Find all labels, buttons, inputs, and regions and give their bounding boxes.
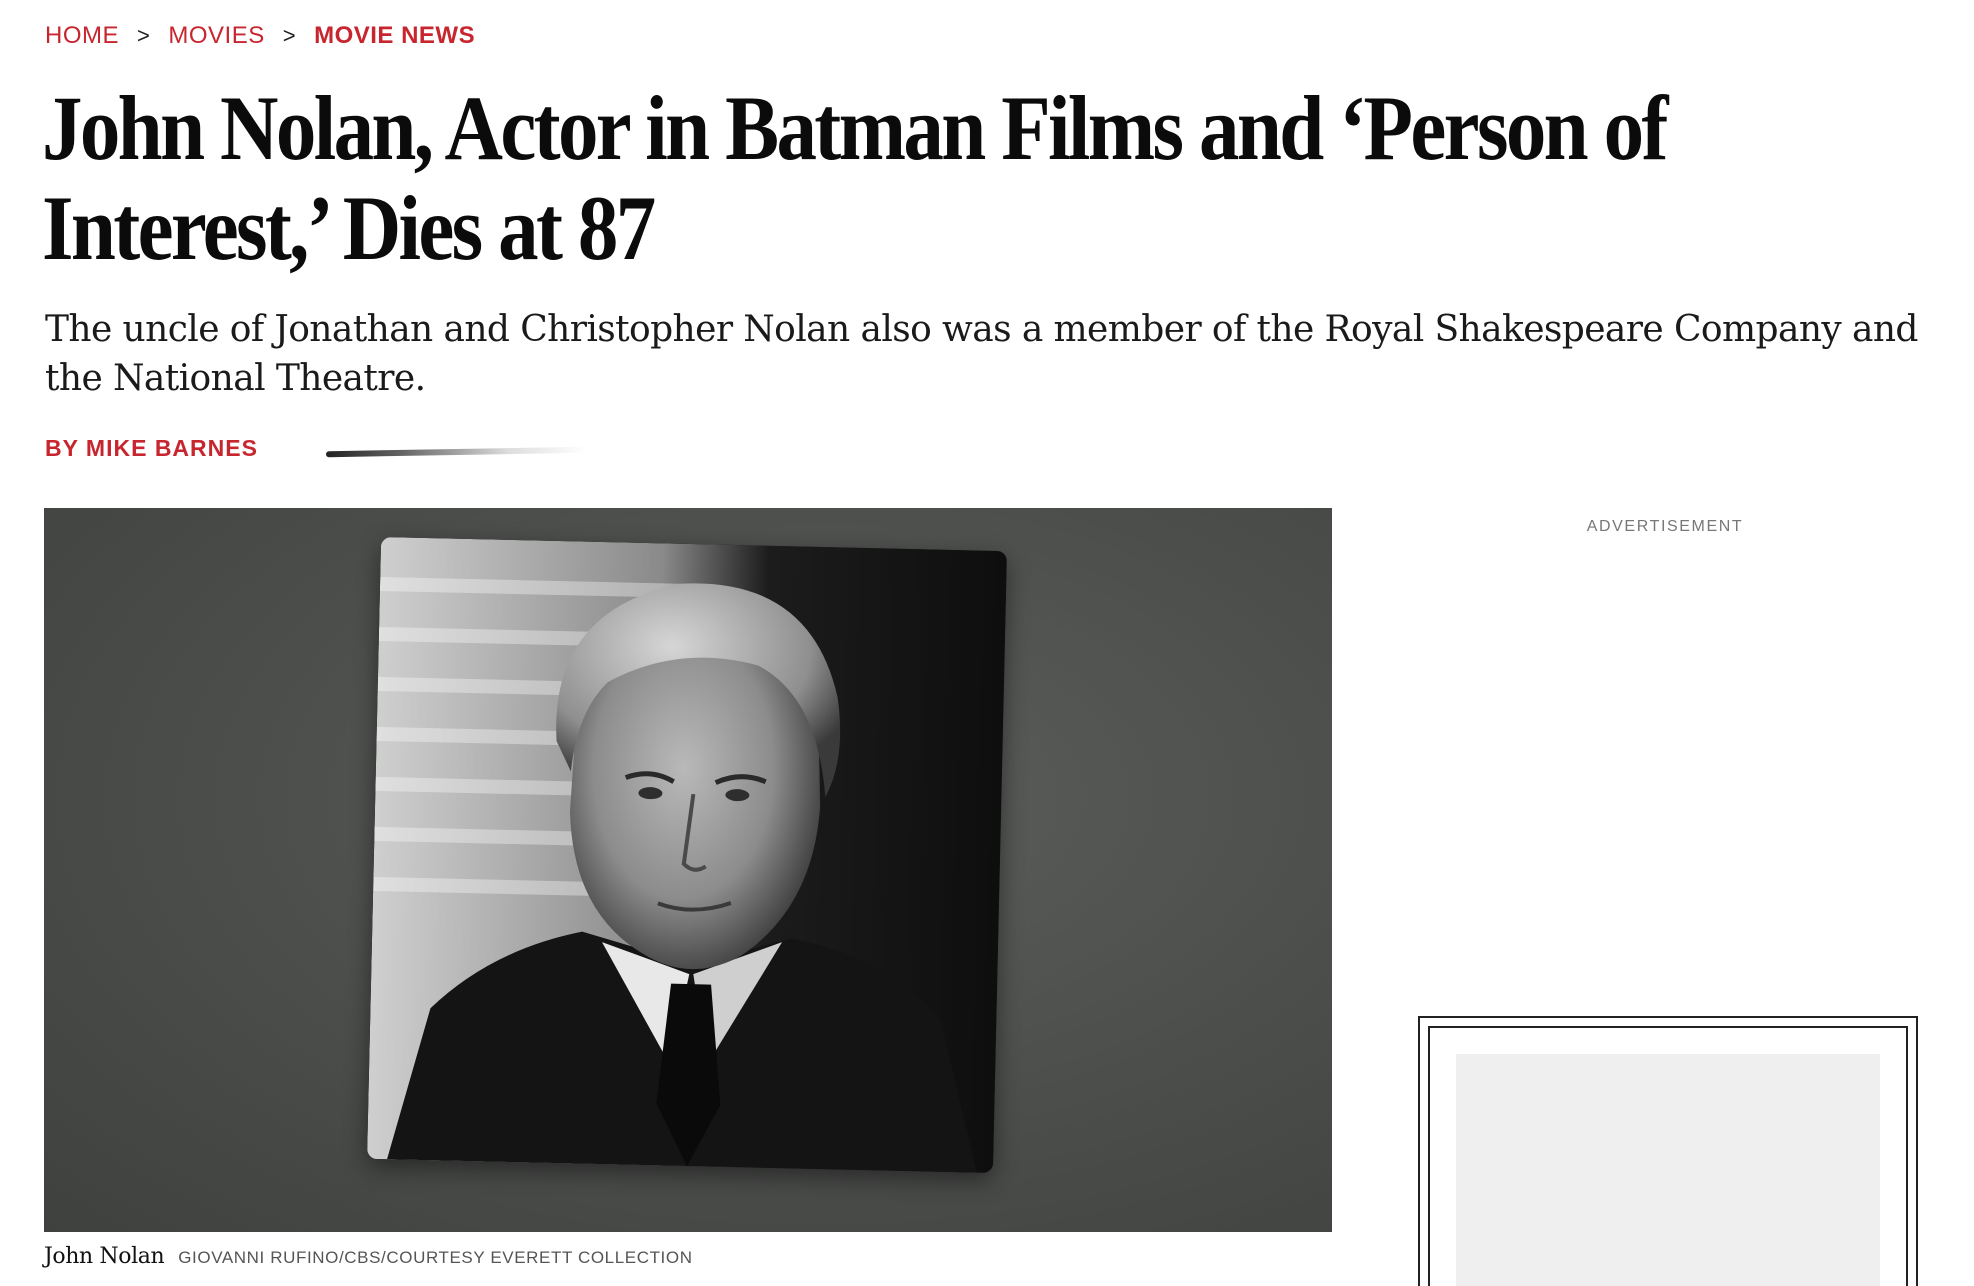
article-headline: John Nolan, Actor in Batman Films and ‘P…: [42, 77, 1668, 279]
breadcrumb-movies-link[interactable]: MOVIES: [168, 22, 264, 50]
portrait-illustration: [367, 536, 1007, 1174]
advertisement-placeholder[interactable]: [1456, 1054, 1880, 1286]
hero-image[interactable]: [44, 508, 1332, 1232]
author-link[interactable]: BY MIKE BARNES: [45, 435, 258, 462]
breadcrumb-separator: >: [282, 23, 297, 48]
caption-subject: John Nolan: [44, 1244, 165, 1269]
image-caption: John Nolan GIOVANNI RUFINO/CBS/COURTESY …: [44, 1244, 693, 1269]
breadcrumb-separator: >: [137, 23, 151, 48]
breadcrumb: HOME > MOVIES > MOVIE NEWS: [45, 22, 475, 50]
article-dek: The uncle of Jonathan and Christopher No…: [45, 309, 1918, 399]
breadcrumb-movie-news-link[interactable]: MOVIE NEWS: [314, 22, 475, 50]
advertisement-inner-frame: [1428, 1026, 1908, 1286]
byline-divider: [325, 446, 586, 457]
advertisement-frame[interactable]: [1418, 1016, 1918, 1286]
byline: BY MIKE BARNES: [45, 435, 586, 462]
photo-credit: GIOVANNI RUFINO/CBS/COURTESY EVERETT COL…: [178, 1248, 693, 1267]
advertisement-label: ADVERTISEMENT: [1586, 518, 1744, 535]
breadcrumb-home-link[interactable]: HOME: [45, 22, 119, 50]
portrait-photo: [367, 536, 1007, 1174]
